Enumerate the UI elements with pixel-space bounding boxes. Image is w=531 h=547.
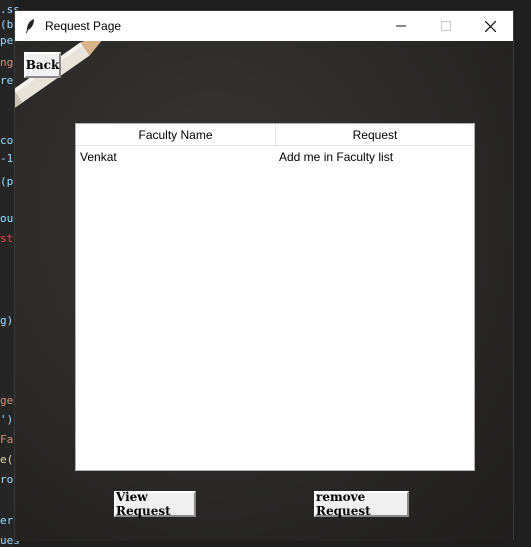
cell-request: Add me in Faculty list bbox=[279, 150, 394, 164]
request-table[interactable]: Faculty Name Request Venkat Add me in Fa… bbox=[75, 123, 475, 471]
content-area: Back Faculty Name Request Venkat Add me … bbox=[15, 41, 513, 541]
back-button[interactable]: Back bbox=[24, 52, 61, 78]
window-title: Request Page bbox=[45, 19, 122, 33]
table-header: Faculty Name Request bbox=[76, 124, 474, 146]
code-fragment: e( bbox=[0, 453, 14, 466]
column-header-request[interactable]: Request bbox=[275, 124, 474, 145]
remove-request-button[interactable]: remove Request bbox=[314, 490, 409, 518]
code-fragment: ') bbox=[0, 413, 14, 426]
cell-faculty-name: Venkat bbox=[80, 150, 117, 164]
title-bar[interactable]: Request Page bbox=[15, 11, 513, 41]
window-controls bbox=[378, 11, 513, 41]
maximize-button[interactable] bbox=[423, 11, 468, 41]
minimize-button[interactable] bbox=[378, 11, 423, 41]
close-button[interactable] bbox=[468, 11, 513, 41]
column-header-faculty-name[interactable]: Faculty Name bbox=[76, 124, 275, 145]
code-fragment: co bbox=[0, 134, 14, 147]
code-fragment: ng bbox=[0, 56, 14, 69]
code-fragment: -1 bbox=[0, 152, 14, 165]
request-page-window: Request Page Back Faculty Name Request V… bbox=[14, 10, 514, 541]
code-fragment: g) bbox=[0, 314, 14, 327]
feather-icon bbox=[15, 11, 45, 41]
table-row[interactable]: Venkat Add me in Faculty list bbox=[76, 146, 474, 168]
view-request-button[interactable]: View Request bbox=[114, 490, 196, 518]
